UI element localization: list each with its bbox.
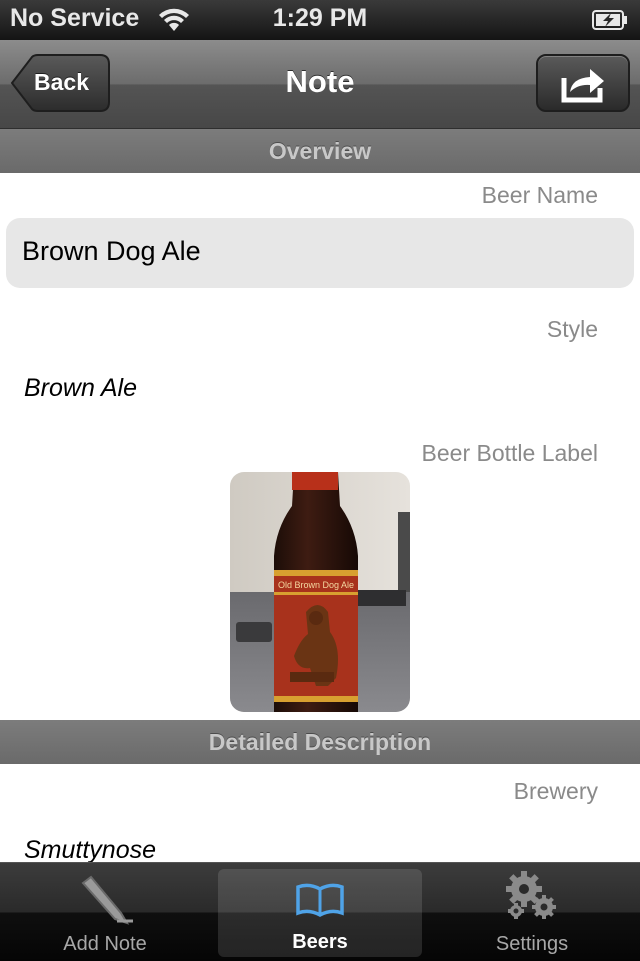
tab-settings[interactable]: Settings xyxy=(424,863,640,961)
beer-bottle-photo[interactable]: Old Brown Dog Ale xyxy=(230,472,410,712)
beer-name-field[interactable]: Brown Dog Ale xyxy=(6,218,634,288)
bottle-label-text: Old Brown Dog Ale xyxy=(278,580,354,590)
share-icon xyxy=(561,69,604,103)
beer-name-label: Beer Name xyxy=(481,182,598,208)
section-header-detailed: Detailed Description xyxy=(0,720,640,764)
section-header-overview: Overview xyxy=(0,129,640,173)
battery-icon xyxy=(592,10,627,30)
beer-name-value: Brown Dog Ale xyxy=(22,236,201,266)
style-value[interactable]: Brown Ale xyxy=(24,374,137,403)
bottle-image: Old Brown Dog Ale xyxy=(230,472,410,712)
status-bar: No Service 1:29 PM xyxy=(0,0,640,40)
brewery-label: Brewery xyxy=(513,778,598,804)
bottle-label-label: Beer Bottle Label xyxy=(421,440,598,466)
tab-beers-label: Beers xyxy=(292,931,348,953)
clock: 1:29 PM xyxy=(272,4,368,32)
tab-add-note-label: Add Note xyxy=(63,933,147,955)
style-label: Style xyxy=(546,316,598,342)
share-button[interactable] xyxy=(536,54,630,112)
book-icon xyxy=(296,883,344,917)
pencil-icon xyxy=(81,875,133,925)
tab-beers[interactable]: Beers xyxy=(218,869,422,957)
tab-settings-label: Settings xyxy=(495,933,569,955)
gears-icon xyxy=(506,871,556,919)
navigation-bar: Back Note xyxy=(0,40,640,129)
tab-add-note[interactable]: Add Note xyxy=(0,863,210,961)
brewery-value[interactable]: Smuttynose xyxy=(24,836,156,865)
tab-bar: Add Note Beers Settings xyxy=(0,862,640,961)
